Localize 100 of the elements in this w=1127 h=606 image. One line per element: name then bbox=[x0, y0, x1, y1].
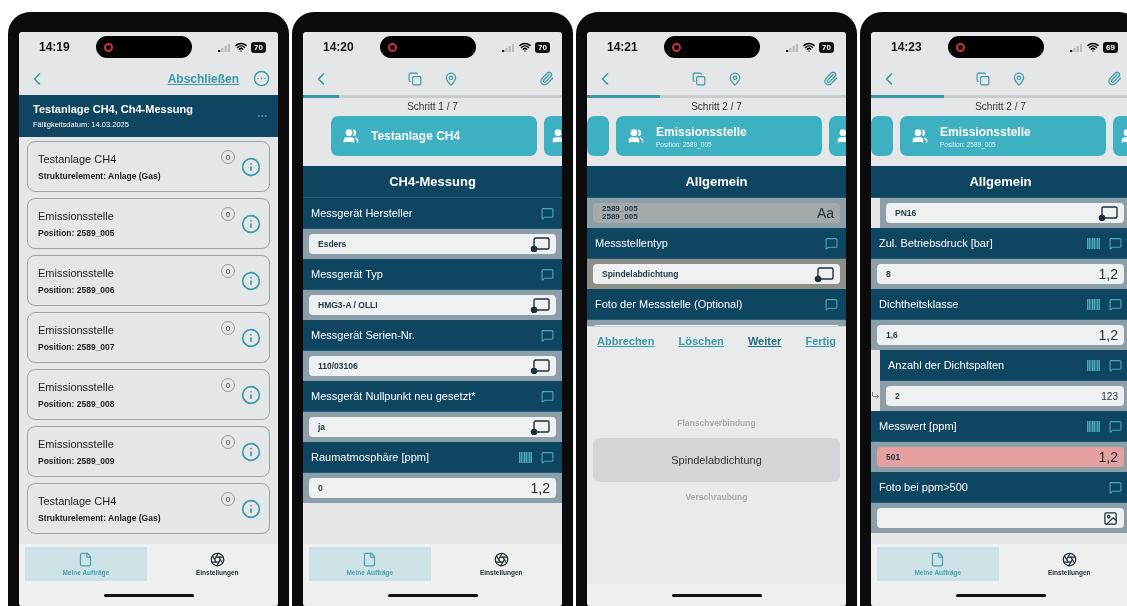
document-icon bbox=[78, 552, 94, 567]
comment-icon[interactable] bbox=[1109, 297, 1122, 311]
field-label: Messgerät Hersteller bbox=[311, 207, 414, 219]
comment-icon[interactable] bbox=[1109, 480, 1122, 494]
comment-icon[interactable] bbox=[825, 236, 838, 250]
barcode-icon[interactable] bbox=[1087, 359, 1101, 371]
list-card[interactable]: Testanlage CH4 Strukturelement: Anlage (Gas) 0 bbox=[27, 141, 270, 192]
wifi-icon bbox=[1087, 41, 1100, 53]
comment-icon[interactable] bbox=[1109, 236, 1122, 250]
field-label: Anzahl der Dichtspalten bbox=[888, 359, 1006, 371]
input-field[interactable]: 110/03106 bbox=[309, 356, 556, 376]
wifi-icon bbox=[235, 41, 248, 53]
status-time: 14:21 bbox=[607, 40, 638, 54]
paperclip-icon[interactable] bbox=[823, 71, 838, 86]
step-card[interactable] bbox=[871, 116, 893, 156]
list-card[interactable]: Emissionsstelle Position: 2589_006 0 bbox=[27, 255, 270, 306]
info-icon[interactable] bbox=[241, 441, 261, 462]
picker-option[interactable]: Spindelabdichtung bbox=[593, 437, 840, 482]
input-field[interactable]: 0 1,2 bbox=[309, 478, 556, 498]
info-icon[interactable] bbox=[241, 327, 261, 348]
pin-icon[interactable] bbox=[443, 71, 458, 86]
info-icon[interactable] bbox=[241, 384, 261, 405]
list-card[interactable]: Emissionsstelle Position: 2589_005 0 bbox=[27, 198, 270, 249]
barcode-icon[interactable] bbox=[519, 451, 533, 463]
signal-icon bbox=[786, 42, 800, 52]
list-card[interactable]: Emissionsstelle Position: 2589_009 0 bbox=[27, 426, 270, 477]
info-icon[interactable] bbox=[241, 270, 261, 291]
field-label: Zul. Betriebsdruck [bar] bbox=[879, 237, 994, 249]
signal-icon bbox=[1070, 42, 1084, 52]
comment-icon[interactable] bbox=[541, 206, 554, 220]
field-label: Messgerät Nullpunkt neu gesetzt* bbox=[311, 390, 477, 402]
record-icon bbox=[387, 42, 397, 52]
step-card[interactable] bbox=[587, 116, 609, 156]
section-header: Allgemein bbox=[871, 166, 1127, 198]
input-field[interactable]: 1,6 1,2 bbox=[877, 325, 1124, 345]
input-field[interactable]: HMG3-A / OLLI bbox=[309, 295, 556, 315]
select-icon[interactable] bbox=[530, 419, 550, 435]
comment-icon[interactable] bbox=[1109, 358, 1122, 372]
paperclip-icon[interactable] bbox=[1107, 71, 1122, 86]
input-field[interactable]: 2 123 bbox=[886, 386, 1124, 406]
image-icon[interactable] bbox=[1103, 510, 1118, 526]
barcode-icon[interactable] bbox=[1087, 237, 1101, 249]
select-icon[interactable] bbox=[814, 266, 834, 282]
pin-icon[interactable] bbox=[1011, 71, 1026, 86]
info-icon[interactable] bbox=[241, 156, 261, 177]
section-header: Allgemein bbox=[587, 166, 846, 198]
pin-icon[interactable] bbox=[727, 71, 742, 86]
aperture-icon bbox=[209, 552, 225, 567]
input-field[interactable]: Esders bbox=[309, 234, 556, 254]
step-counter: Schritt 2 / 7 bbox=[690, 100, 743, 114]
field-label: Messstellentyp bbox=[595, 237, 669, 249]
field-label: Foto bei ppm>500 bbox=[879, 481, 969, 493]
status-time: 14:23 bbox=[891, 40, 922, 54]
comment-icon[interactable] bbox=[541, 450, 554, 464]
comment-icon[interactable] bbox=[541, 389, 554, 403]
battery-level: 70 bbox=[819, 41, 834, 53]
input-field[interactable]: ja bbox=[309, 417, 556, 437]
info-icon[interactable] bbox=[241, 213, 261, 234]
group-icon bbox=[343, 128, 359, 144]
comment-icon[interactable] bbox=[541, 267, 554, 281]
battery-level: 70 bbox=[535, 41, 550, 53]
field-label: Foto der Messstelle (Optional) bbox=[595, 298, 744, 310]
battery-level: 69 bbox=[1103, 41, 1118, 53]
info-icon[interactable] bbox=[241, 498, 261, 519]
barcode-icon[interactable] bbox=[1087, 420, 1101, 432]
copy-icon[interactable] bbox=[691, 71, 706, 86]
select-icon[interactable] bbox=[1098, 205, 1118, 221]
copy-icon[interactable] bbox=[407, 71, 422, 86]
input-field[interactable]: 501 1,2 bbox=[877, 447, 1124, 467]
input-field[interactable]: PN16 bbox=[886, 203, 1124, 223]
aperture-icon bbox=[493, 552, 509, 567]
copy-icon[interactable] bbox=[975, 71, 990, 86]
battery-level: 70 bbox=[251, 41, 266, 53]
list-card[interactable]: Testanlage CH4 Strukturelement: Anlage (Gas) 0 bbox=[27, 483, 270, 534]
aperture-icon bbox=[1061, 552, 1077, 567]
input-field[interactable]: 8 1,2 bbox=[877, 264, 1124, 284]
picker-action[interactable]: Weiter bbox=[747, 335, 782, 347]
list-card[interactable]: Emissionsstelle Position: 2589_007 0 bbox=[27, 312, 270, 363]
input-field[interactable]: Spindelabdichtung bbox=[593, 264, 840, 284]
field-label: Raumatmosphäre [ppm] bbox=[311, 451, 430, 463]
comment-icon[interactable] bbox=[541, 328, 554, 342]
paperclip-icon[interactable] bbox=[539, 71, 554, 86]
select-icon[interactable] bbox=[530, 358, 550, 374]
section-header: CH4-Messung bbox=[303, 166, 562, 198]
comment-icon[interactable] bbox=[825, 297, 838, 311]
list-card[interactable]: Emissionsstelle Position: 2589_008 0 bbox=[27, 369, 270, 420]
comment-icon[interactable] bbox=[1109, 419, 1122, 433]
record-icon bbox=[103, 42, 113, 52]
select-icon[interactable] bbox=[530, 236, 550, 252]
field-label: Messgerät Typ bbox=[311, 268, 384, 280]
more-icon[interactable] bbox=[253, 70, 270, 87]
group-icon bbox=[912, 128, 928, 144]
barcode-icon[interactable] bbox=[1087, 298, 1101, 310]
signal-icon bbox=[502, 42, 516, 52]
wifi-icon bbox=[803, 41, 816, 53]
step-counter: Schritt 2 / 7 bbox=[974, 100, 1027, 114]
select-icon[interactable] bbox=[530, 297, 550, 313]
group-icon bbox=[628, 128, 644, 144]
input-field[interactable] bbox=[877, 508, 1124, 528]
status-time: 14:19 bbox=[39, 40, 70, 54]
